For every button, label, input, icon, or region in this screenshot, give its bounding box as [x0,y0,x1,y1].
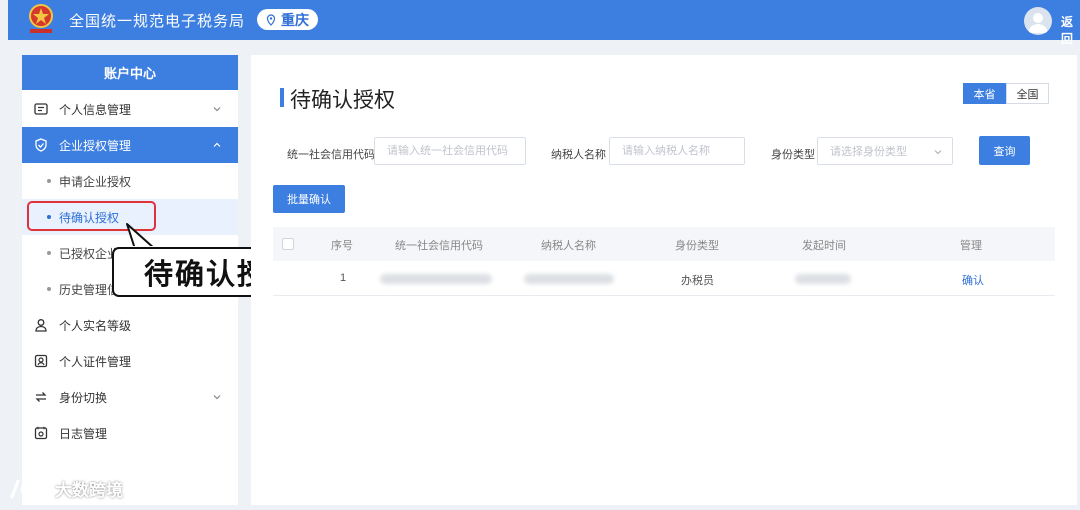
sidebar-item-realname-level[interactable]: 个人实名等级 [22,307,238,343]
page-title: 待确认授权 [290,89,395,112]
identity-type-placeholder: 请选择身份类型 [830,146,907,158]
top-bar: 全国统一规范电子税务局 重庆 返回 [8,0,1080,46]
taxpayer-name-input[interactable] [609,137,745,165]
location-pin-icon [265,13,277,26]
sidebar-item-identity-switch[interactable]: 身份切换 [22,379,238,415]
column-header-start-time: 发起时间 [802,240,846,252]
column-header-index: 序号 [331,240,353,252]
sidebar-item-label: 个人证件管理 [59,354,132,369]
sidebar-item-label: 企业授权管理 [59,138,132,153]
shield-check-icon [33,137,49,153]
user-level-icon [33,317,49,333]
watermark-text: 大数跨境 [55,481,123,500]
redacted-start-time [795,274,851,284]
id-card-icon [33,101,49,117]
scope-province-button[interactable]: 本省 [963,83,1006,104]
row-identity-type: 办税员 [681,275,714,287]
sidebar-item-personal-info[interactable]: 个人信息管理 [22,91,238,127]
log-icon [33,425,49,441]
sidebar-title: 账户中心 [22,55,238,90]
batch-confirm-button[interactable]: 批量确认 [273,185,345,213]
redacted-taxpayer-name [524,274,614,284]
sidebar-item-label: 个人实名等级 [59,318,132,333]
chevron-down-icon [212,104,222,114]
user-avatar[interactable] [1024,7,1052,35]
sidebar-item-logs[interactable]: 日志管理 [22,415,238,451]
callout-tail [125,222,165,250]
watermark: 大数跨境 [8,476,123,501]
column-header-credit-code: 统一社会信用代码 [395,240,483,252]
identity-type-select[interactable]: 请选择身份类型 [817,137,953,165]
sidebar-item-label: 个人信息管理 [59,102,132,117]
redacted-credit-code [380,274,492,284]
sidebar-item-label: 日志管理 [59,426,108,441]
credit-code-input[interactable] [374,137,526,165]
sidebar-subitem-apply-auth[interactable]: 申请企业授权 [22,163,238,199]
row-index: 1 [340,272,347,284]
scope-national-button[interactable]: 全国 [1006,83,1049,104]
switch-icon [33,389,49,405]
sidebar-item-enterprise-auth[interactable]: 企业授权管理 [22,127,238,163]
sidebar-subitem-label: 已授权企业 [59,246,120,261]
region-selector[interactable]: 重庆 [257,9,318,30]
sidebar-subitem-label: 历史管理信 [59,282,120,297]
column-header-identity-type: 身份类型 [675,240,719,252]
certificate-icon [33,353,49,369]
bullet-dot [47,179,51,183]
chevron-down-icon [212,392,222,402]
tax-emblem-icon [25,2,57,36]
table-header: 序号 统一社会信用代码 纳税人名称 身份类型 发起时间 管理 [273,227,1055,261]
region-label: 重庆 [281,11,309,28]
title-accent-bar [280,88,284,107]
credit-code-label: 统一社会信用代码 [287,149,375,161]
column-header-actions: 管理 [960,240,982,252]
sidebar-subitem-label: 申请企业授权 [59,174,132,189]
table-row: 1 办税员 确认 [273,262,1055,296]
column-header-taxpayer-name: 纳税人名称 [541,240,596,252]
select-all-checkbox[interactable] [282,238,294,250]
main-panel: 待确认授权 本省 全国 统一社会信用代码 纳税人名称 身份类型 请选择身份类型 … [251,55,1077,505]
watermark-logo-icon [8,477,52,501]
chevron-up-icon [212,140,222,150]
taxpayer-name-label: 纳税人名称 [551,149,606,161]
sidebar-item-label: 身份切换 [59,390,108,405]
query-button[interactable]: 查询 [979,136,1030,165]
scope-toggle: 本省 全国 [963,83,1049,104]
chevron-down-icon [933,147,943,157]
confirm-link[interactable]: 确认 [962,272,984,288]
app-title: 全国统一规范电子税务局 [69,13,246,30]
bullet-dot [47,287,51,291]
bullet-dot [47,251,51,255]
sidebar-item-certificates[interactable]: 个人证件管理 [22,343,238,379]
back-button[interactable]: 返回 [1061,13,1080,47]
identity-type-label: 身份类型 [771,149,815,161]
